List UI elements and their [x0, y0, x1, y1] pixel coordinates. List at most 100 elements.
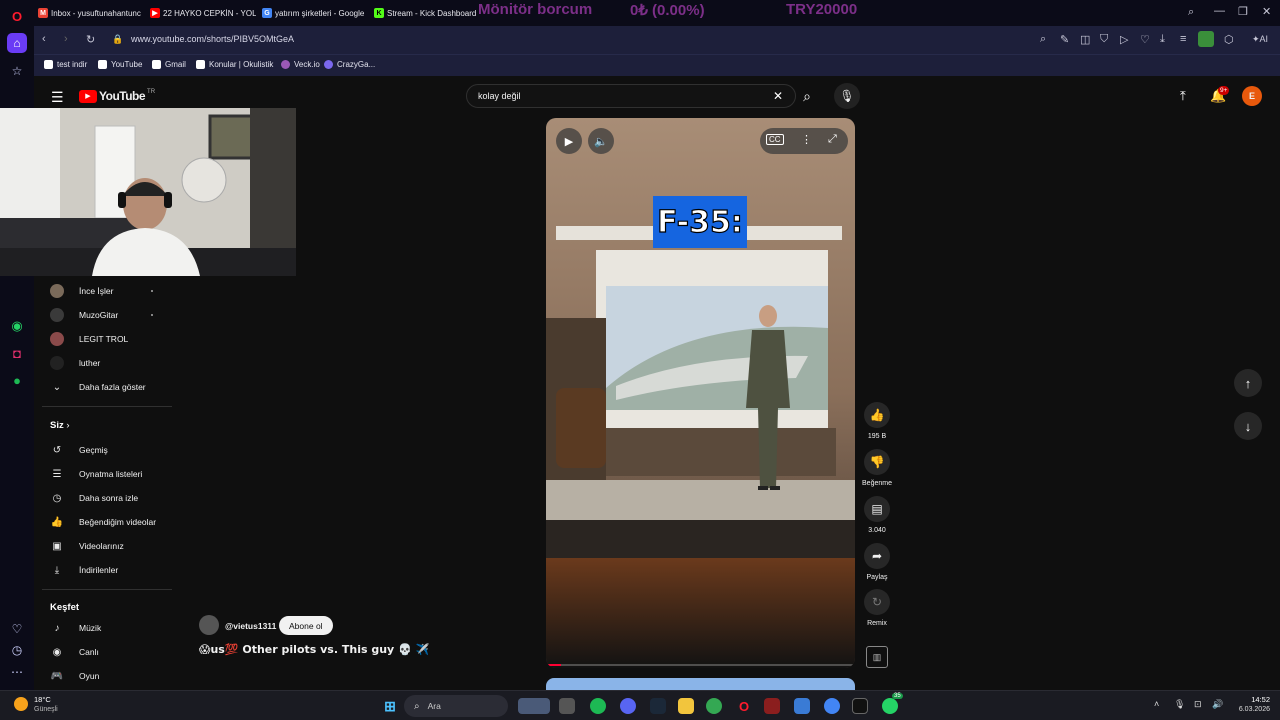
chrome-icon[interactable]	[706, 698, 722, 714]
share-button[interactable]: ➦	[864, 543, 890, 569]
weather-icon[interactable]	[14, 697, 28, 711]
search-button[interactable]: ⌕	[792, 84, 822, 108]
search-icon[interactable]: ⌕	[1040, 33, 1046, 46]
sidebar-item-history[interactable]: ↺ Geçmiş	[50, 441, 170, 459]
instagram-icon[interactable]: ◘	[7, 343, 27, 363]
restore-icon[interactable]: ❐	[1238, 5, 1248, 18]
search-input[interactable]: kolay değil ✕	[466, 84, 796, 108]
bookmark-veck[interactable]: Veck.io	[281, 60, 320, 69]
more-icon[interactable]: ⋯	[7, 662, 27, 682]
edit-icon[interactable]: ✎	[1060, 33, 1069, 46]
opera-icon[interactable]: O	[736, 698, 752, 714]
sidebar-item-live[interactable]: ◉ Canlı	[50, 643, 170, 661]
tab-youtube-music[interactable]: ▶ 22 HAYKO CEPKİN - YOL	[150, 5, 256, 21]
discord-icon[interactable]	[620, 698, 636, 714]
camera-icon[interactable]: ◫	[1080, 33, 1090, 46]
heart-icon[interactable]: ♡	[7, 619, 27, 639]
upload-icon[interactable]: ⤒	[1180, 88, 1186, 104]
you-section-header[interactable]: Siz ›	[50, 420, 70, 431]
play-button[interactable]: ▶	[556, 128, 582, 154]
whatsapp-icon[interactable]	[882, 698, 898, 714]
subscription-luther[interactable]: luther	[50, 354, 170, 372]
sidebar-item-music[interactable]: ♪ Müzik	[50, 619, 170, 637]
mute-button[interactable]: 🔈	[588, 128, 614, 154]
tab-gmail[interactable]: M Inbox - yusuftunahantunc	[38, 5, 146, 21]
sidebar-item-downloads[interactable]: ⤓ İndirilenler	[50, 561, 170, 579]
shorts-video-player[interactable]: F-35: ▶ 🔈 CC ⋮ ⤢	[546, 118, 855, 668]
channel-avatar[interactable]	[199, 615, 219, 635]
avatar[interactable]: E	[1242, 86, 1262, 106]
taskbar-search-box[interactable]: ⌕ Ara	[404, 695, 508, 717]
bookmark-okulistik[interactable]: Konular | Okulistik	[196, 60, 273, 69]
clear-search-icon[interactable]: ✕	[773, 89, 783, 103]
tab-google-search[interactable]: G yatırım şirketleri - Google	[262, 5, 366, 21]
remix-button[interactable]: ↻	[864, 589, 890, 615]
forward-icon[interactable]: ›	[64, 33, 68, 45]
game-launcher-icon[interactable]	[764, 698, 780, 714]
home-icon[interactable]: ⌂	[7, 33, 27, 53]
vpn-icon[interactable]	[794, 698, 810, 714]
sidebar-item-gaming[interactable]: 🎮 Oyun	[50, 667, 170, 685]
spotify-icon[interactable]	[590, 698, 606, 714]
reload-icon[interactable]: ↻	[86, 33, 95, 46]
bookmark-crazygames[interactable]: CrazyGa...	[324, 60, 375, 69]
comments-button[interactable]: ▤	[864, 496, 890, 522]
download-icon[interactable]: ⤓	[1160, 33, 1165, 46]
history-icon[interactable]: ◷	[7, 640, 27, 660]
search-highlight-icon[interactable]	[518, 698, 550, 714]
ai-button[interactable]: ✦AI	[1252, 34, 1268, 45]
spotify-icon[interactable]: ●	[7, 370, 27, 390]
sidebar-item-watch-later[interactable]: ◷ Daha sonra izle	[50, 489, 170, 507]
sound-waveform-icon[interactable]: ▥	[866, 646, 888, 668]
whatsapp-icon[interactable]: ◉	[7, 316, 27, 336]
tab-kick[interactable]: K Stream - Kick Dashboard	[374, 5, 480, 21]
previous-short-button[interactable]: ↑	[1234, 369, 1262, 397]
shield-icon[interactable]: ⛉	[1100, 33, 1108, 46]
menu-icon[interactable]: ≡	[1180, 33, 1186, 45]
bookmark-youtube[interactable]: YouTube	[98, 60, 142, 69]
star-icon[interactable]: ☆	[7, 61, 27, 81]
dislike-button[interactable]: 👎	[864, 449, 890, 475]
next-short-button[interactable]: ↓	[1234, 412, 1262, 440]
network-icon[interactable]: ⊡	[1194, 699, 1202, 710]
clock-time[interactable]: 14:52	[1244, 695, 1270, 704]
opera-logo-icon[interactable]: O	[7, 6, 27, 26]
back-icon[interactable]: ‹	[42, 33, 46, 45]
subscribe-button[interactable]: Abone ol	[279, 616, 333, 635]
play-icon[interactable]: ▷	[1120, 33, 1128, 46]
progress-track[interactable]	[546, 664, 855, 666]
bookmark-test-indir[interactable]: test indir	[44, 60, 87, 69]
sidebar-item-your-videos[interactable]: ▣ Videolarınız	[50, 537, 170, 555]
extension-icon[interactable]	[1198, 31, 1214, 47]
close-window-icon[interactable]: ✕	[1262, 5, 1271, 18]
hamburger-menu-icon[interactable]: ☰	[51, 89, 64, 106]
fullscreen-icon[interactable]: ⤢	[828, 133, 837, 146]
cube-icon[interactable]: ⬡	[1224, 33, 1234, 46]
sidebar-item-liked-videos[interactable]: 👍 Beğendiğim videolar	[50, 513, 170, 531]
clock-date[interactable]: 6.03.2026	[1228, 706, 1270, 713]
minimize-icon[interactable]: —	[1214, 5, 1225, 17]
obs-icon[interactable]	[852, 698, 868, 714]
tab-search-icon[interactable]: ⌕	[1188, 6, 1194, 19]
chrome-profile-icon[interactable]	[824, 698, 840, 714]
file-explorer-icon[interactable]	[678, 698, 694, 714]
task-view-icon[interactable]	[559, 698, 575, 714]
url-field[interactable]: www.youtube.com/shorts/PIBV5OMtGeA	[131, 34, 294, 44]
microphone-icon[interactable]: 🎙	[1174, 699, 1185, 710]
voice-search-button[interactable]: 🎙	[834, 83, 860, 109]
steam-icon[interactable]	[650, 698, 666, 714]
heart-icon[interactable]: ♡	[1140, 33, 1150, 46]
video-title[interactable]: 😱us💯 Other pilots vs. This guy 💀 ✈️	[199, 643, 429, 656]
captions-icon[interactable]: CC	[766, 134, 784, 145]
channel-name[interactable]: @vietus1311	[225, 621, 276, 631]
like-button[interactable]: 👍	[864, 402, 890, 428]
more-options-icon[interactable]: ⋮	[801, 133, 812, 146]
next-short-preview[interactable]	[546, 678, 855, 690]
chevron-up-icon[interactable]: ˄	[1154, 699, 1159, 709]
windows-start-icon[interactable]: ⊞	[382, 698, 398, 714]
sidebar-item-playlists[interactable]: ☰ Oynatma listeleri	[50, 465, 170, 483]
youtube-logo[interactable]: ▶ YouTube TR	[79, 89, 155, 103]
subscription-legit-trol[interactable]: LEGIT TROL	[50, 330, 170, 348]
volume-icon[interactable]: 🔊	[1212, 699, 1223, 710]
bookmark-gmail[interactable]: Gmail	[152, 60, 186, 69]
